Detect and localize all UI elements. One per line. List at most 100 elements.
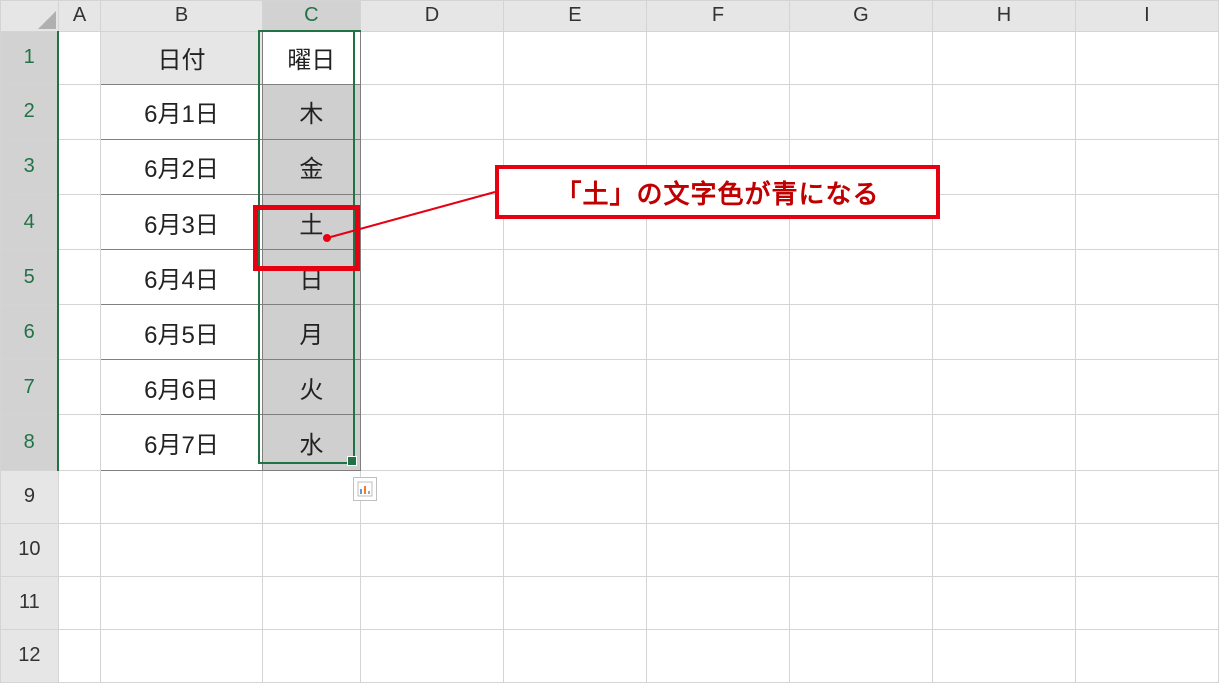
cell-B10[interactable] [101,523,262,576]
cell-E10[interactable] [503,523,646,576]
cell-H9[interactable] [932,470,1075,523]
col-header-C[interactable]: C [262,1,360,32]
cell-G11[interactable] [789,576,932,629]
row-header-3[interactable]: 3 [1,139,59,194]
cell-A2[interactable] [58,84,101,139]
cell-F2[interactable] [646,84,789,139]
cell-D5[interactable] [361,250,504,305]
row-header-6[interactable]: 6 [1,305,59,360]
select-all-corner[interactable] [1,1,59,32]
cell-D12[interactable] [361,629,504,682]
cell-I3[interactable] [1075,139,1218,194]
cell-E6[interactable] [503,305,646,360]
col-header-B[interactable]: B [101,1,262,32]
cell-H6[interactable] [932,305,1075,360]
cell-B4[interactable]: 6月3日 [101,194,262,249]
cell-B8[interactable]: 6月7日 [101,415,262,470]
cell-A3[interactable] [58,139,101,194]
cell-I6[interactable] [1075,305,1218,360]
cell-C9[interactable] [262,470,360,523]
cell-B11[interactable] [101,576,262,629]
cell-F8[interactable] [646,415,789,470]
cell-I8[interactable] [1075,415,1218,470]
row-header-5[interactable]: 5 [1,250,59,305]
cell-D9[interactable] [361,470,504,523]
cell-E8[interactable] [503,415,646,470]
cell-H7[interactable] [932,360,1075,415]
cell-I9[interactable] [1075,470,1218,523]
cell-H12[interactable] [932,629,1075,682]
row-header-1[interactable]: 1 [1,31,59,84]
col-header-E[interactable]: E [503,1,646,32]
cell-C6[interactable]: 月 [262,305,360,360]
cell-B9[interactable] [101,470,262,523]
cell-D8[interactable] [361,415,504,470]
cell-G1[interactable] [789,31,932,84]
row-header-2[interactable]: 2 [1,84,59,139]
cell-D6[interactable] [361,305,504,360]
cell-A7[interactable] [58,360,101,415]
row-header-9[interactable]: 9 [1,470,59,523]
col-header-I[interactable]: I [1075,1,1218,32]
cell-F11[interactable] [646,576,789,629]
col-header-G[interactable]: G [789,1,932,32]
cell-F12[interactable] [646,629,789,682]
row-header-4[interactable]: 4 [1,194,59,249]
cell-G7[interactable] [789,360,932,415]
cell-B7[interactable]: 6月6日 [101,360,262,415]
cell-H10[interactable] [932,523,1075,576]
cell-D4[interactable] [361,194,504,249]
cell-A11[interactable] [58,576,101,629]
cell-E7[interactable] [503,360,646,415]
cell-D2[interactable] [361,84,504,139]
col-header-H[interactable]: H [932,1,1075,32]
col-header-D[interactable]: D [361,1,504,32]
cell-C2[interactable]: 木 [262,84,360,139]
cell-A1[interactable] [58,31,101,84]
cell-D1[interactable] [361,31,504,84]
cell-F10[interactable] [646,523,789,576]
cell-B12[interactable] [101,629,262,682]
cell-E11[interactable] [503,576,646,629]
cell-D11[interactable] [361,576,504,629]
quick-analysis-button[interactable] [353,477,377,501]
cell-H8[interactable] [932,415,1075,470]
cell-I11[interactable] [1075,576,1218,629]
cell-G8[interactable] [789,415,932,470]
cell-G9[interactable] [789,470,932,523]
row-header-8[interactable]: 8 [1,415,59,470]
cell-D10[interactable] [361,523,504,576]
cell-E2[interactable] [503,84,646,139]
cell-I2[interactable] [1075,84,1218,139]
cell-H5[interactable] [932,250,1075,305]
cell-C1[interactable]: 曜日 [262,31,360,84]
cell-A9[interactable] [58,470,101,523]
cell-E1[interactable] [503,31,646,84]
cell-H1[interactable] [932,31,1075,84]
cell-G10[interactable] [789,523,932,576]
cell-B1[interactable]: 日付 [101,31,262,84]
cell-G2[interactable] [789,84,932,139]
cell-A4[interactable] [58,194,101,249]
cell-E5[interactable] [503,250,646,305]
row-header-11[interactable]: 11 [1,576,59,629]
cell-C7[interactable]: 火 [262,360,360,415]
cell-C10[interactable] [262,523,360,576]
row-header-10[interactable]: 10 [1,523,59,576]
cell-C4[interactable]: 土 [262,194,360,249]
cell-F5[interactable] [646,250,789,305]
cell-G5[interactable] [789,250,932,305]
cell-D7[interactable] [361,360,504,415]
cell-C8[interactable]: 水 [262,415,360,470]
cell-I4[interactable] [1075,194,1218,249]
cell-B3[interactable]: 6月2日 [101,139,262,194]
cell-H11[interactable] [932,576,1075,629]
col-header-F[interactable]: F [646,1,789,32]
cell-G12[interactable] [789,629,932,682]
row-header-12[interactable]: 12 [1,629,59,682]
cell-D3[interactable] [361,139,504,194]
cell-C12[interactable] [262,629,360,682]
cell-F6[interactable] [646,305,789,360]
cell-A12[interactable] [58,629,101,682]
cell-B2[interactable]: 6月1日 [101,84,262,139]
